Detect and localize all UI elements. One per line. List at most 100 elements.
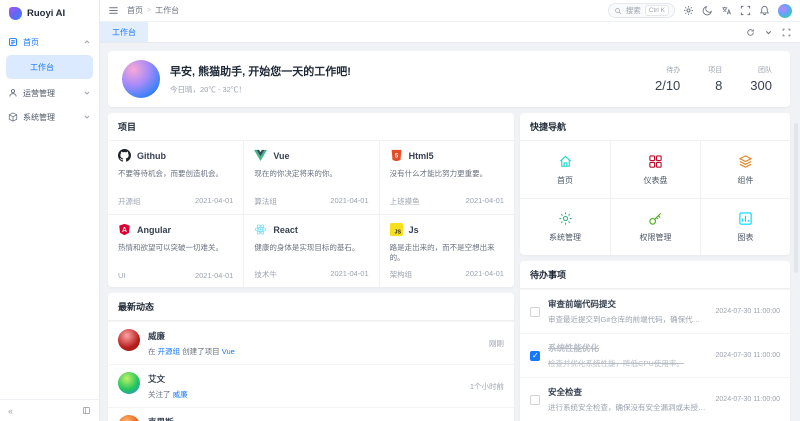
- stat-label: 团队: [750, 65, 772, 75]
- home-icon: [558, 154, 573, 169]
- react-icon: [254, 223, 267, 236]
- search-icon: [614, 7, 622, 15]
- stat-value: 2/10: [655, 78, 680, 93]
- quicknav-permissions[interactable]: 权限管理: [610, 198, 700, 255]
- refresh-icon[interactable]: [746, 28, 755, 37]
- activity-link[interactable]: Vue: [222, 347, 235, 356]
- avatar: [118, 329, 140, 351]
- activity-content: 在 开源组 创建了项目 Vue: [148, 346, 481, 357]
- stat-todo: 待办 2/10: [655, 65, 680, 93]
- quicknav-components[interactable]: 组件: [700, 141, 790, 198]
- todo-item: 系统性能优化 检查并优化系统性能，降低CPU使用率。 2024-07-30 11…: [520, 333, 790, 377]
- project-group: 技术牛: [254, 269, 277, 280]
- logo-icon: [9, 7, 22, 20]
- welcome-text: 早安, 熊猫助手, 开始您一天的工作吧! 今日晴，20℃ - 32℃！: [170, 63, 645, 95]
- home-menu-icon: [8, 37, 18, 47]
- app-root: Ruoyi AI 首页 工作台 运营管理 系统管理 «: [0, 0, 800, 421]
- quicknav-label: 系统管理: [549, 232, 581, 243]
- pin-panel-icon[interactable]: [82, 406, 91, 415]
- hamburger-menu-icon[interactable]: [108, 5, 119, 16]
- sidebar-item-workbench[interactable]: 工作台: [6, 55, 93, 79]
- activity-item: 威廉 在 开源组 创建了项目 Vue 刚刚: [108, 321, 514, 364]
- svg-text:JS: JS: [394, 230, 401, 236]
- search-input[interactable]: 搜索 Ctrl K: [608, 3, 675, 18]
- quicknav-charts[interactable]: 图表: [700, 198, 790, 255]
- maximize-icon[interactable]: [782, 28, 791, 37]
- svg-text:5: 5: [394, 153, 398, 160]
- stat-label: 待办: [655, 65, 680, 75]
- welcome-stats: 待办 2/10 项目 8 团队 300: [655, 65, 776, 93]
- collapse-sidebar-icon[interactable]: «: [8, 406, 13, 416]
- project-card-js[interactable]: JS Js 路是走出来的，而不是空想出来的。 架构组 2021-04-01: [379, 214, 514, 287]
- activity-time: 1个小时前: [470, 381, 504, 392]
- project-name: Js: [409, 225, 419, 235]
- moon-icon[interactable]: [702, 5, 713, 16]
- chart-icon: [738, 211, 753, 226]
- search-placeholder: 搜索: [626, 5, 641, 16]
- breadcrumb-current: 工作台: [155, 5, 179, 16]
- sidebar-item-operations[interactable]: 运营管理: [0, 81, 99, 105]
- project-card-github[interactable]: Github 不要等待机会，而要创造机会。 开源组 2021-04-01: [108, 141, 243, 214]
- left-column: 项目 Github 不要等待机会，而要创造机会。 开源组 20: [108, 113, 514, 421]
- quicknav-home[interactable]: 首页: [520, 141, 610, 198]
- right-column: 快捷导航 首页 仪表盘: [520, 113, 790, 421]
- svg-text:A: A: [122, 227, 127, 234]
- todo-checkbox[interactable]: [530, 395, 540, 405]
- stat-label: 项目: [708, 65, 722, 75]
- chevron-down-icon: [83, 113, 91, 121]
- sidebar-item-system[interactable]: 系统管理: [0, 105, 99, 129]
- projects-grid: Github 不要等待机会，而要创造机会。 开源组 2021-04-01: [108, 141, 514, 287]
- project-card-vue[interactable]: Vue 现在的你决定将来的你。 算法组 2021-04-01: [243, 141, 378, 214]
- tab-workbench[interactable]: 工作台: [100, 22, 148, 42]
- chevron-down-icon[interactable]: [764, 28, 773, 37]
- activity-text: 关注了: [148, 390, 171, 399]
- quicknav-label: 组件: [738, 175, 754, 186]
- project-group: 开源组: [118, 196, 141, 207]
- projects-card: 项目 Github 不要等待机会，而要创造机会。 开源组 20: [108, 113, 514, 287]
- scrollbar-thumb[interactable]: [794, 123, 798, 273]
- project-desc: 路是走出来的，而不是空想出来的。: [390, 243, 504, 269]
- fullscreen-icon[interactable]: [740, 5, 751, 16]
- sidebar-item-home[interactable]: 首页: [0, 30, 99, 54]
- stat-team: 团队 300: [750, 65, 772, 93]
- quicknav-system[interactable]: 系统管理: [520, 198, 610, 255]
- quicknav-label: 权限管理: [640, 232, 672, 243]
- todo-desc: 检查并优化系统性能，降低CPU使用率。: [548, 358, 708, 369]
- sidebar-menu: 首页 工作台 运营管理 系统管理: [0, 26, 99, 399]
- projects-card-title: 项目: [108, 113, 514, 141]
- activity-link[interactable]: 开源组: [158, 347, 181, 356]
- settings-icon[interactable]: [683, 5, 694, 16]
- scrollbar[interactable]: [793, 43, 799, 421]
- quicknav-dashboard[interactable]: 仪表盘: [610, 141, 700, 198]
- quicknav-card: 快捷导航 首页 仪表盘: [520, 113, 790, 255]
- logo[interactable]: Ruoyi AI: [0, 0, 99, 26]
- quicknav-label: 图表: [738, 232, 754, 243]
- project-card-react[interactable]: React 健康的身体是实现目标的基石。 技术牛 2021-04-01: [243, 214, 378, 287]
- dashboard-icon: [648, 154, 663, 169]
- todo-desc: 进行系统安全检查，确保没有安全漏洞或未授权的访问。: [548, 402, 708, 413]
- activity-link[interactable]: 威廉: [173, 390, 188, 399]
- project-desc: 健康的身体是实现目标的基石。: [254, 243, 368, 269]
- quicknav-label: 首页: [557, 175, 573, 186]
- quicknav-label: 仪表盘: [644, 175, 668, 186]
- project-group: 架构组: [390, 269, 413, 280]
- sidebar-footer: «: [0, 399, 99, 421]
- sidebar-item-label: 运营管理: [23, 88, 78, 99]
- bell-icon[interactable]: [759, 5, 770, 16]
- project-group: UI: [118, 271, 126, 280]
- project-name: Github: [137, 151, 166, 161]
- activity-card: 最新动态 威廉 在 开源组 创建了项目 Vue: [108, 293, 514, 421]
- translate-icon[interactable]: [721, 5, 732, 16]
- activity-user: 艾文: [148, 373, 462, 385]
- todo-checkbox-checked[interactable]: [530, 351, 540, 361]
- layers-icon: [738, 154, 753, 169]
- sidebar-item-label: 首页: [23, 37, 78, 48]
- todo-checkbox[interactable]: [530, 307, 540, 317]
- breadcrumb-home[interactable]: 首页: [127, 5, 143, 16]
- project-card-angular[interactable]: A Angular 热情和欲望可以突破一切难关。 UI 2021-04-01: [108, 214, 243, 287]
- activity-item: 克里斯 发布了 个人动态 1天前: [108, 407, 514, 421]
- project-card-html5[interactable]: 5 Html5 没有什么才能比努力更重要。 上班摸鱼 2021-04-01: [379, 141, 514, 214]
- quicknav-card-title: 快捷导航: [520, 113, 790, 141]
- user-avatar[interactable]: [778, 4, 792, 18]
- gear-icon: [558, 211, 573, 226]
